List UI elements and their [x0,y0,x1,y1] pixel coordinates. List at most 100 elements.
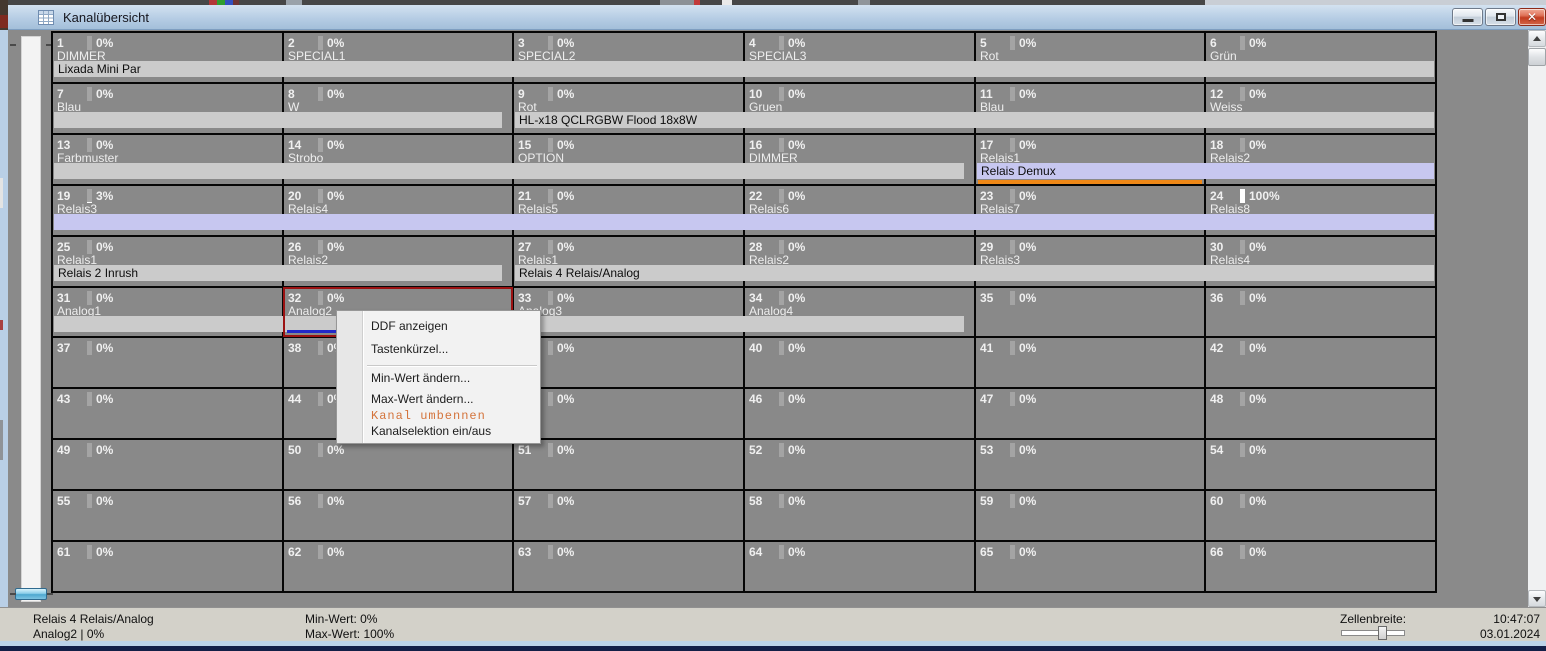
channel-value-percent: 0% [1019,87,1036,101]
master-fader-thumb[interactable] [15,588,47,600]
channel-value-indicator [87,392,92,406]
clock-date: 03.01.2024 [1440,627,1540,641]
channel-cell-39[interactable]: 390% [514,338,743,387]
channel-value-indicator [548,545,553,559]
context-menu-item[interactable]: Min-Wert ändern... [337,367,540,390]
channel-cell-62[interactable]: 620% [284,542,512,591]
context-menu-item[interactable]: Max-Wert ändern... [337,390,540,409]
device-bar-label: HL-x18 QCLRGBW Flood 18x8W [519,112,697,128]
channel-value-indicator [318,392,323,406]
channel-cell-36[interactable]: 360% [1206,288,1435,336]
channel-cell-55[interactable]: 550% [53,491,282,540]
context-menu-item[interactable]: Tastenkürzel... [337,338,540,360]
channel-value-indicator [318,36,323,50]
device-bar[interactable]: Relais 2 Inrush [54,265,502,281]
channel-value-percent: 0% [788,240,805,254]
channel-cell-50[interactable]: 500% [284,440,512,489]
channel-value-percent: 0% [327,87,344,101]
channel-cell-48[interactable]: 48 0% [1206,389,1435,438]
channel-cell-56[interactable]: 560% [284,491,512,540]
device-bar[interactable] [54,163,964,179]
channel-number: 34 [749,291,762,305]
channel-cell-52[interactable]: 520% [745,440,974,489]
channel-cell-43[interactable]: 430% [53,389,282,438]
channel-cell-47[interactable]: 470% [976,389,1204,438]
channel-number: 25 [57,240,70,254]
channel-value-percent: 0% [96,36,113,50]
channel-value-percent: 0% [788,36,805,50]
scroll-down-button[interactable] [1528,590,1546,607]
channel-cell-53[interactable]: 530% [976,440,1204,489]
channel-cell-66[interactable]: 660% [1206,542,1435,591]
channel-cell-54[interactable]: 540% [1206,440,1435,489]
device-bar[interactable]: Relais Demux [977,163,1434,179]
channel-cell-49[interactable]: 490% [53,440,282,489]
cell-width-slider[interactable] [1341,630,1405,636]
device-bar[interactable] [54,112,502,128]
device-bar[interactable] [54,214,1434,230]
status-max-value: Max-Wert: 100% [305,627,394,641]
channel-value-percent: 0% [1019,240,1036,254]
channel-value-percent: 0% [788,291,805,305]
channel-value-indicator [779,138,784,152]
channel-cell-57[interactable]: 570% [514,491,743,540]
channel-value-percent: 0% [327,240,344,254]
channel-cell-59[interactable]: 590% [976,491,1204,540]
channel-cell-51[interactable]: 510% [514,440,743,489]
channel-number: 55 [57,494,70,508]
channel-number: 23 [980,189,993,203]
scrollbar-thumb[interactable] [1528,48,1546,66]
channel-number: 58 [749,494,762,508]
channel-cell-40[interactable]: 400% [745,338,974,387]
close-button[interactable]: ✕ [1518,8,1546,26]
channel-cell-45[interactable]: 450% [514,389,743,438]
channel-number: 40 [749,341,762,355]
channel-cell-61[interactable]: 610% [53,542,282,591]
channel-cell-64[interactable]: 640% [745,542,974,591]
channel-value-indicator [1010,392,1015,406]
status-device-name: Relais 4 Relais/Analog [33,612,154,626]
channel-value-percent: 0% [1019,494,1036,508]
background-fragment [0,420,3,460]
chevron-down-icon [1533,597,1541,602]
channel-value-indicator [779,341,784,355]
clock-time: 10:47:07 [1440,612,1540,626]
maximize-button[interactable] [1485,8,1516,26]
channel-cell-35[interactable]: 350% [976,288,1204,336]
vertical-scrollbar[interactable] [1528,30,1546,607]
channel-number: 36 [1210,291,1223,305]
device-bar[interactable]: Relais 4 Relais/Analog [515,265,1434,281]
channel-cell-37[interactable]: 370% [53,338,282,387]
device-bar[interactable]: Lixada Mini Par [54,61,1434,77]
channel-number: 28 [749,240,762,254]
channel-value-percent: 0% [557,494,574,508]
channel-value-fill [1240,189,1245,203]
master-fader-track[interactable] [21,36,41,602]
channel-value-percent: 0% [327,443,344,457]
titlebar[interactable]: Kanalübersicht ✕ [8,5,1546,30]
channel-cell-58[interactable]: 580% [745,491,974,540]
background-fragment [0,320,3,330]
channel-value-percent: 3% [96,189,113,203]
channel-cell-60[interactable]: 600% [1206,491,1435,540]
context-menu-item[interactable]: Kanalselektion ein/aus [337,423,540,439]
minimize-button[interactable] [1452,8,1483,26]
chevron-up-icon [1533,36,1541,41]
channel-cell-42[interactable]: 420% [1206,338,1435,387]
channel-number: 4 [749,36,756,50]
scroll-up-button[interactable] [1528,30,1546,47]
device-bar[interactable]: HL-x18 QCLRGBW Flood 18x8W [515,112,1434,128]
channel-cell-41[interactable]: 410% [976,338,1204,387]
channel-cell-63[interactable]: 630% [514,542,743,591]
table-grid-icon [38,10,54,25]
channel-number: 48 [1210,392,1223,406]
channel-value-percent: 0% [1249,392,1266,406]
cell-width-slider-thumb[interactable] [1378,626,1387,640]
context-menu-item[interactable]: DDF anzeigen [337,314,540,338]
channel-value-indicator [1010,189,1015,203]
channel-number: 11 [980,87,993,101]
channel-cell-65[interactable]: 650% [976,542,1204,591]
context-menu-item[interactable]: Kanal umbennen [337,409,540,423]
channel-value-indicator [1010,36,1015,50]
channel-cell-46[interactable]: 460% [745,389,974,438]
